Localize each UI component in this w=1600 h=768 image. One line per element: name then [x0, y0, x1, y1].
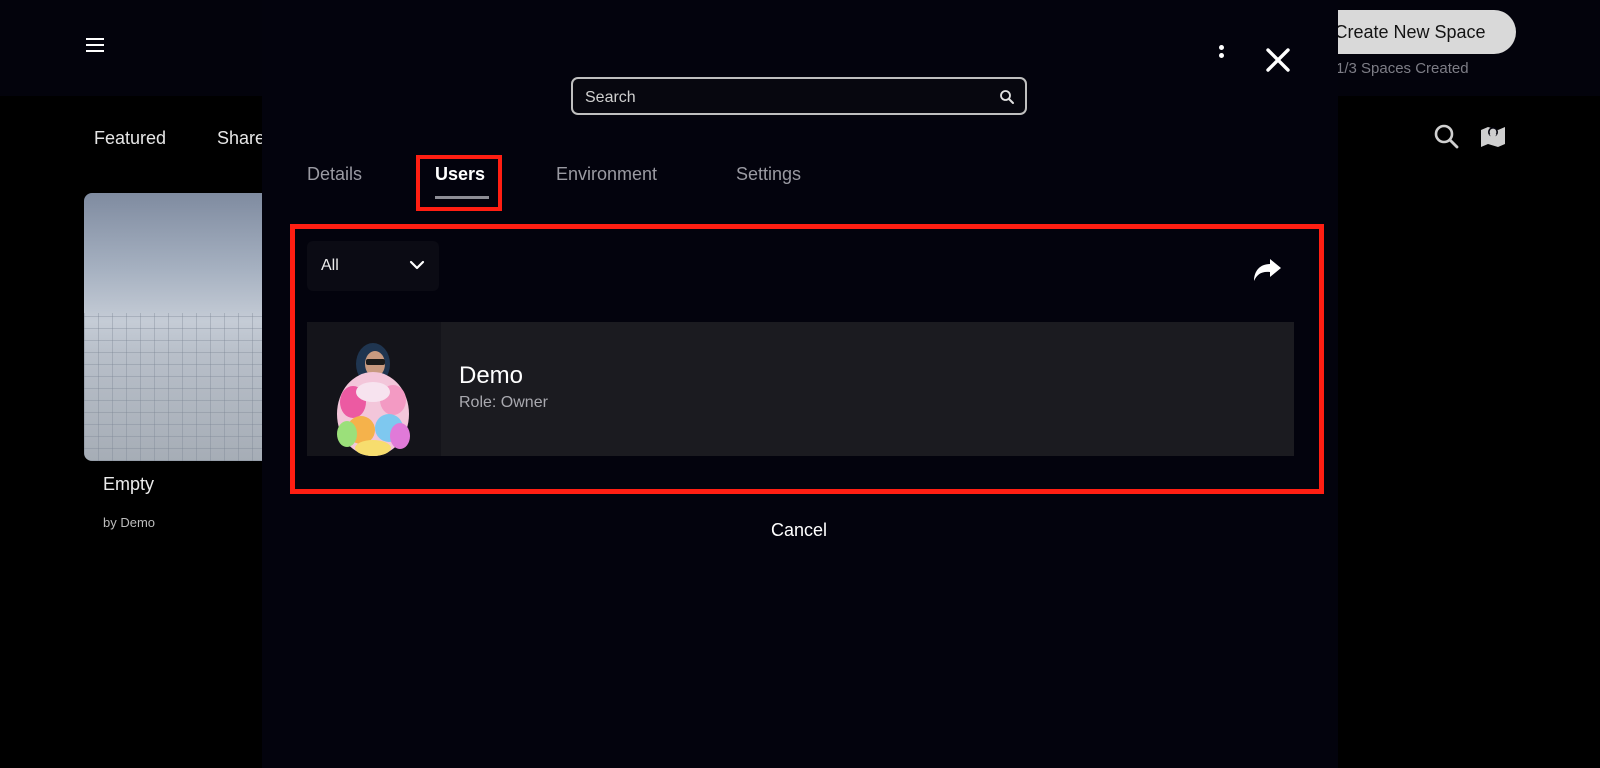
filter-selected-label: All — [321, 257, 339, 274]
search-input[interactable] — [583, 85, 987, 111]
tab-settings[interactable]: Settings — [736, 164, 801, 185]
space-card-thumbnail[interactable] — [84, 193, 274, 461]
user-name: Demo — [459, 362, 524, 389]
search-field[interactable] — [571, 77, 1027, 115]
user-list-item[interactable]: Demo Role: Owner — [307, 322, 1294, 456]
spaces-count-label: 1/3 Spaces Created — [1336, 60, 1469, 77]
search-icon[interactable] — [1432, 122, 1460, 150]
cancel-button[interactable]: Cancel — [771, 520, 827, 541]
avatar — [307, 322, 441, 456]
space-card-author: by Demo — [103, 515, 156, 530]
space-card-title: Empty — [103, 474, 155, 494]
chevron-down-icon — [409, 260, 425, 270]
more-options-icon[interactable] — [1215, 44, 1227, 64]
user-role: Role: Owner — [459, 394, 548, 411]
close-icon[interactable] — [1265, 47, 1291, 73]
hamburger-menu-icon[interactable] — [86, 38, 104, 52]
map-icon[interactable] — [1479, 122, 1507, 150]
tab-environment[interactable]: Environment — [556, 164, 657, 185]
search-icon[interactable] — [999, 89, 1015, 105]
tab-featured[interactable]: Featured — [94, 128, 166, 149]
highlight-users-tab — [416, 155, 502, 211]
tab-details[interactable]: Details — [307, 164, 362, 185]
share-icon[interactable] — [1252, 257, 1282, 283]
role-filter-dropdown[interactable]: All — [307, 241, 439, 291]
tab-share[interactable]: Share — [217, 128, 265, 149]
